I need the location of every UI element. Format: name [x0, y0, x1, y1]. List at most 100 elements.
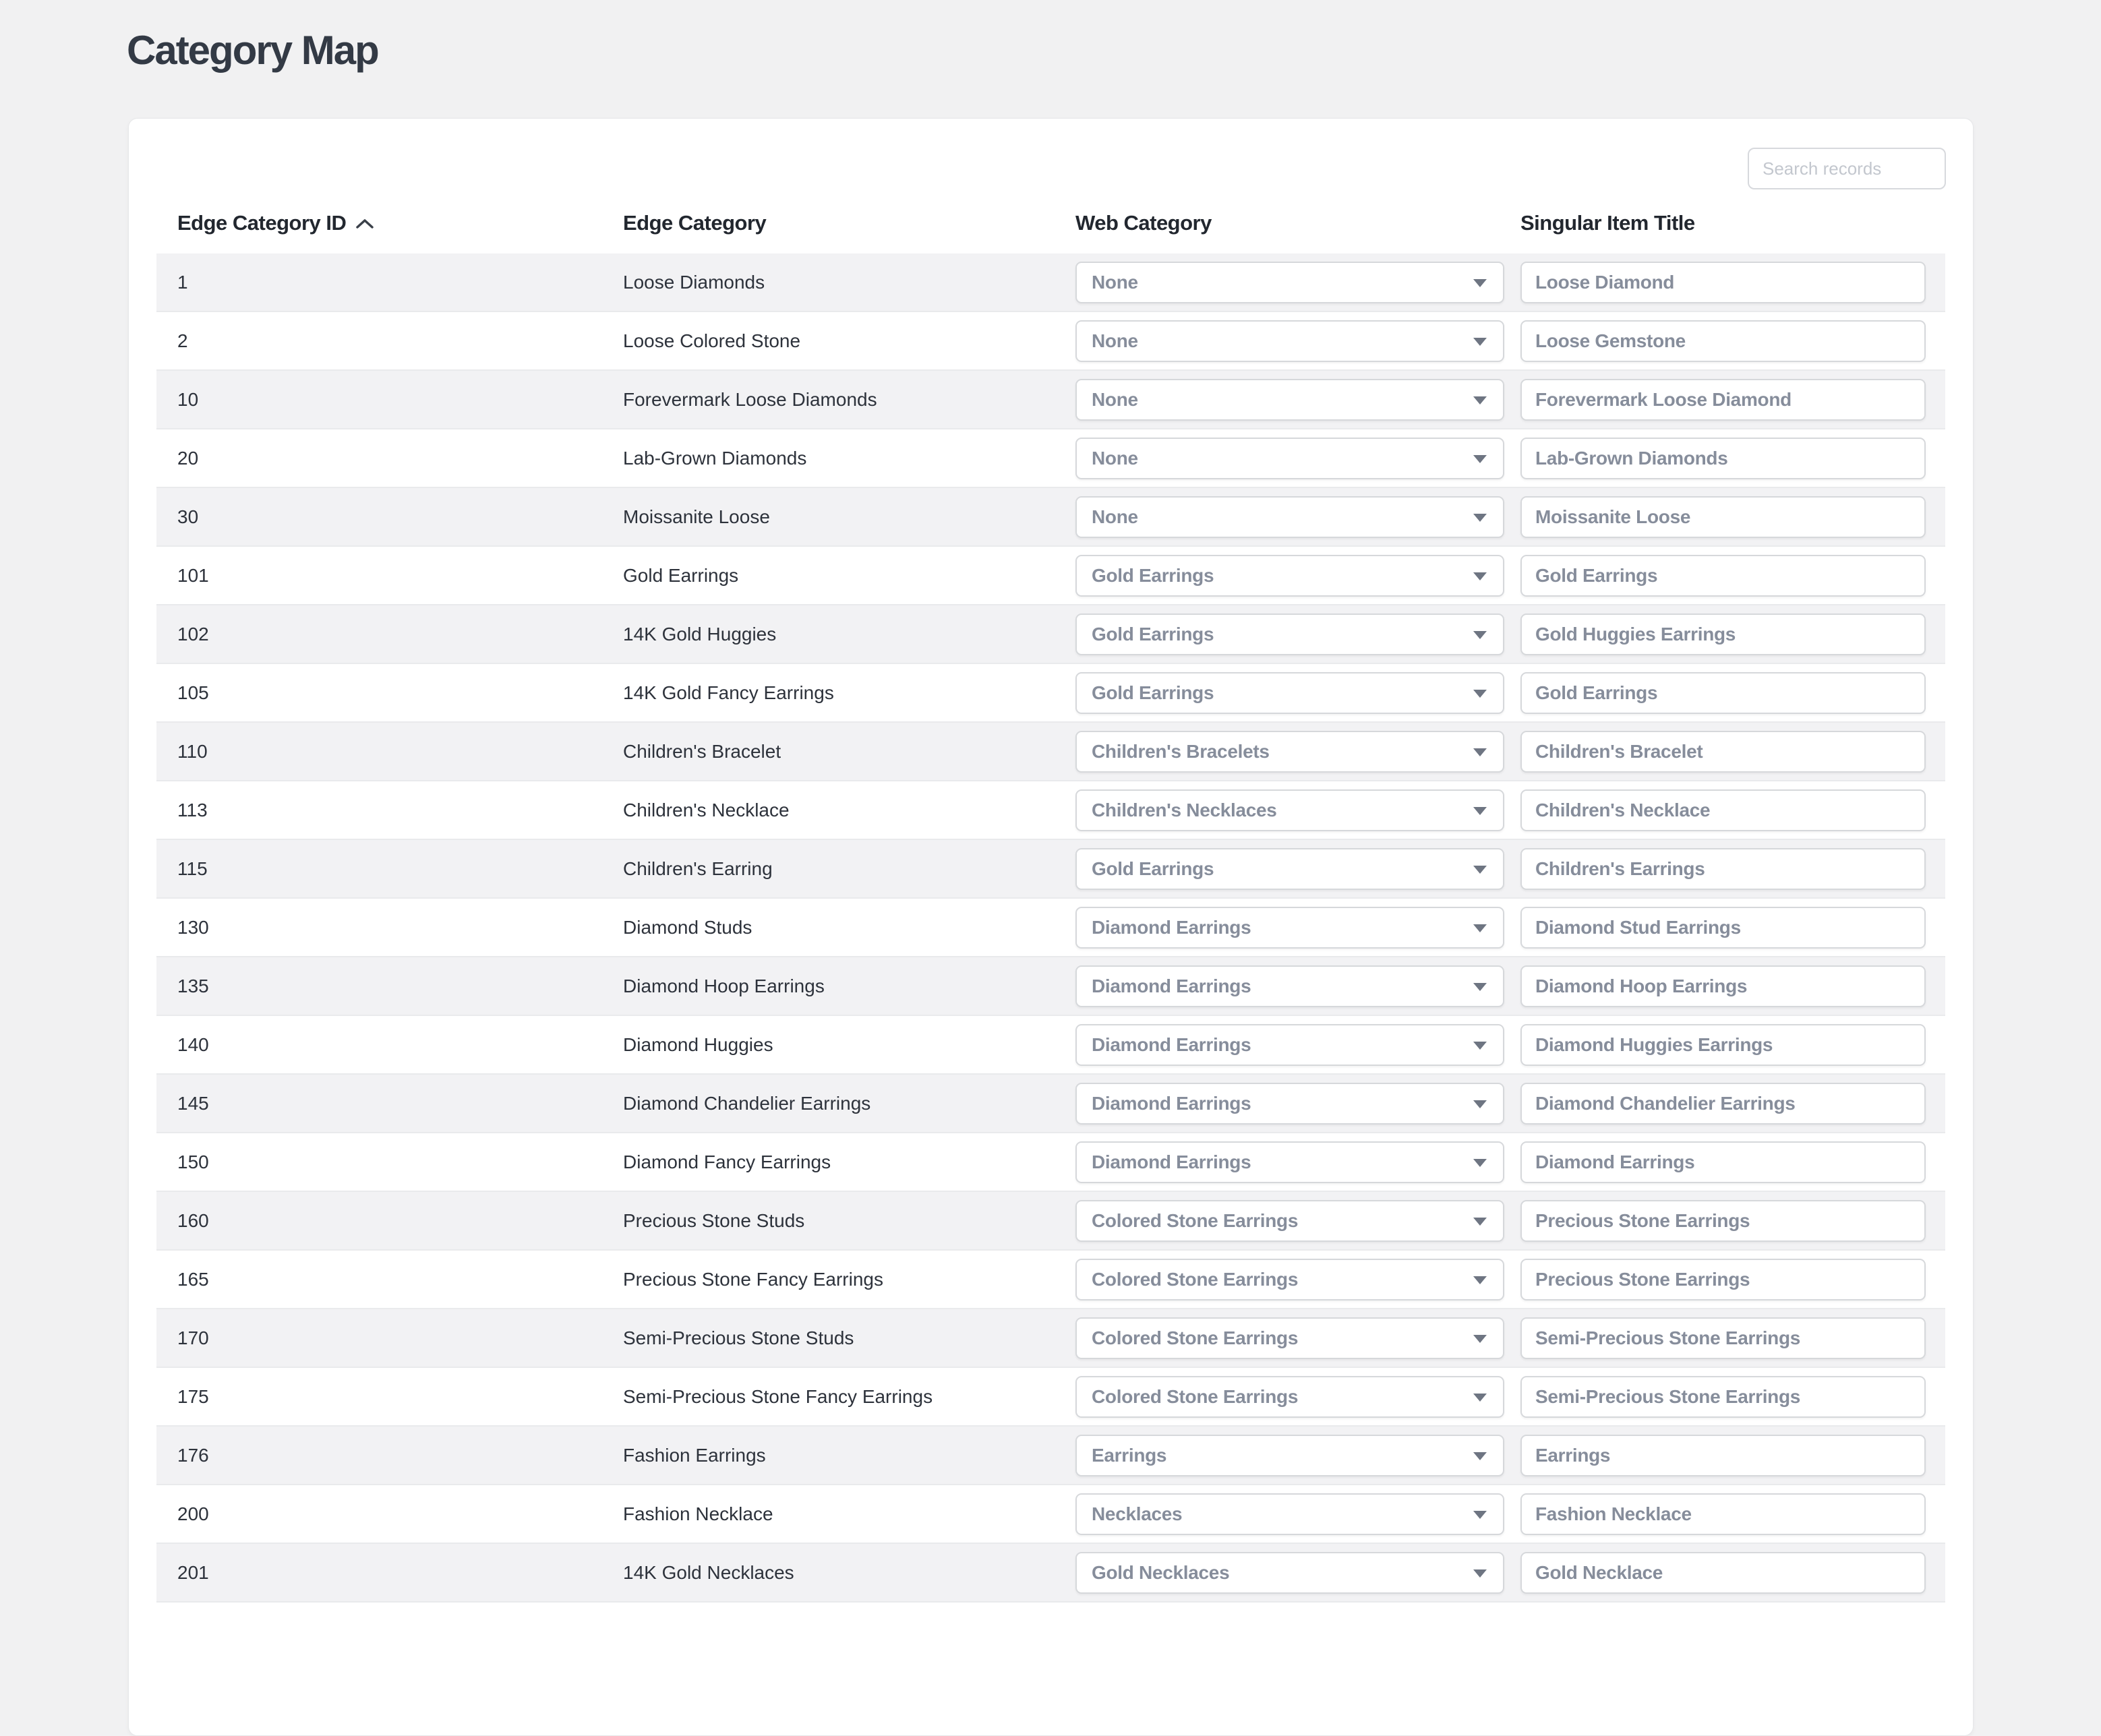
singular-item-title-input[interactable]: [1520, 672, 1926, 714]
table-row: 113 Children's Necklace Children's Neckl…: [156, 781, 1945, 840]
table-row: 10 Forevermark Loose Diamonds None: [156, 371, 1945, 429]
edge-category-id-cell: 102: [156, 624, 623, 645]
edge-category-cell: Lab-Grown Diamonds: [623, 448, 1075, 469]
singular-item-title-input[interactable]: [1520, 848, 1926, 890]
web-category-select[interactable]: Diamond Earrings: [1075, 1083, 1504, 1125]
caret-down-icon: [1473, 690, 1487, 698]
web-category-selected-value: None: [1077, 448, 1138, 469]
table-row: 101 Gold Earrings Gold Earrings: [156, 547, 1945, 605]
singular-item-title-input[interactable]: [1520, 965, 1926, 1007]
table-row: 150 Diamond Fancy Earrings Diamond Earri…: [156, 1133, 1945, 1192]
web-category-select[interactable]: None: [1075, 496, 1504, 538]
edge-category-id-cell: 165: [156, 1269, 623, 1290]
web-category-select[interactable]: None: [1075, 438, 1504, 479]
edge-category-id-cell: 113: [156, 800, 623, 821]
web-category-select[interactable]: None: [1075, 320, 1504, 362]
web-category-select[interactable]: Children's Necklaces: [1075, 789, 1504, 831]
web-category-select[interactable]: Diamond Earrings: [1075, 965, 1504, 1007]
edge-category-id-cell: 20: [156, 448, 623, 469]
column-header-singular-item-title: Singular Item Title: [1520, 211, 1947, 235]
search-input[interactable]: [1748, 148, 1946, 189]
singular-item-title-input[interactable]: [1520, 1435, 1926, 1476]
singular-item-title-input[interactable]: [1520, 1493, 1926, 1535]
column-header-edge-category: Edge Category: [623, 211, 1075, 235]
edge-category-cell: Fashion Earrings: [623, 1445, 1075, 1466]
web-category-select[interactable]: Diamond Earrings: [1075, 907, 1504, 949]
web-category-select[interactable]: Colored Stone Earrings: [1075, 1259, 1504, 1300]
web-category-selected-value: Diamond Earrings: [1077, 1151, 1251, 1173]
singular-item-title-input[interactable]: [1520, 613, 1926, 655]
singular-item-title-input[interactable]: [1520, 1317, 1926, 1359]
web-category-select[interactable]: Gold Earrings: [1075, 613, 1504, 655]
caret-down-icon: [1473, 1394, 1487, 1402]
web-category-select[interactable]: Necklaces: [1075, 1493, 1504, 1535]
table-row: 130 Diamond Studs Diamond Earrings: [156, 899, 1945, 957]
edge-category-cell: Precious Stone Fancy Earrings: [623, 1269, 1075, 1290]
singular-item-title-input[interactable]: [1520, 1024, 1926, 1066]
web-category-selected-value: Gold Earrings: [1077, 565, 1214, 587]
web-category-selected-value: None: [1077, 330, 1138, 352]
caret-down-icon: [1473, 1511, 1487, 1519]
web-category-select[interactable]: Gold Earrings: [1075, 672, 1504, 714]
caret-down-icon: [1473, 807, 1487, 815]
caret-down-icon: [1473, 1159, 1487, 1167]
singular-item-title-input[interactable]: [1520, 1083, 1926, 1125]
web-category-selected-value: None: [1077, 272, 1138, 293]
web-category-select[interactable]: Colored Stone Earrings: [1075, 1200, 1504, 1242]
singular-item-title-input[interactable]: [1520, 1376, 1926, 1418]
singular-item-title-input[interactable]: [1520, 320, 1926, 362]
web-category-selected-value: Diamond Earrings: [1077, 1093, 1251, 1114]
singular-item-title-input[interactable]: [1520, 1259, 1926, 1300]
web-category-select[interactable]: Gold Necklaces: [1075, 1552, 1504, 1594]
edge-category-id-cell: 150: [156, 1151, 623, 1173]
table-row: 145 Diamond Chandelier Earrings Diamond …: [156, 1075, 1945, 1133]
web-category-select[interactable]: None: [1075, 262, 1504, 303]
singular-item-title-input[interactable]: [1520, 438, 1926, 479]
web-category-select[interactable]: Children's Bracelets: [1075, 731, 1504, 773]
column-header-label: Edge Category ID: [177, 211, 346, 235]
singular-item-title-input[interactable]: [1520, 379, 1926, 421]
web-category-select[interactable]: Diamond Earrings: [1075, 1141, 1504, 1183]
singular-item-title-input[interactable]: [1520, 907, 1926, 949]
edge-category-id-cell: 1: [156, 272, 623, 293]
table-row: 135 Diamond Hoop Earrings Diamond Earrin…: [156, 957, 1945, 1016]
table-row: 175 Semi-Precious Stone Fancy Earrings C…: [156, 1368, 1945, 1427]
caret-down-icon: [1473, 396, 1487, 405]
singular-item-title-input[interactable]: [1520, 496, 1926, 538]
caret-down-icon: [1473, 748, 1487, 756]
table-header-row: Edge Category ID Edge Category Web Categ…: [156, 206, 1945, 240]
web-category-select[interactable]: None: [1075, 379, 1504, 421]
web-category-select[interactable]: Gold Earrings: [1075, 848, 1504, 890]
web-category-select[interactable]: Diamond Earrings: [1075, 1024, 1504, 1066]
web-category-select[interactable]: Earrings: [1075, 1435, 1504, 1476]
singular-item-title-input[interactable]: [1520, 789, 1926, 831]
caret-down-icon: [1473, 1335, 1487, 1343]
singular-item-title-input[interactable]: [1520, 555, 1926, 597]
edge-category-cell: Loose Diamonds: [623, 272, 1075, 293]
caret-down-icon: [1473, 1042, 1487, 1050]
singular-item-title-input[interactable]: [1520, 1200, 1926, 1242]
web-category-select[interactable]: Gold Earrings: [1075, 555, 1504, 597]
edge-category-id-cell: 115: [156, 858, 623, 880]
edge-category-cell: Semi-Precious Stone Fancy Earrings: [623, 1386, 1075, 1408]
category-map-card: Edge Category ID Edge Category Web Categ…: [128, 118, 1974, 1736]
caret-down-icon: [1473, 631, 1487, 639]
table-row: 160 Precious Stone Studs Colored Stone E…: [156, 1192, 1945, 1251]
web-category-select[interactable]: Colored Stone Earrings: [1075, 1376, 1504, 1418]
singular-item-title-input[interactable]: [1520, 1552, 1926, 1594]
web-category-select[interactable]: Colored Stone Earrings: [1075, 1317, 1504, 1359]
edge-category-cell: 14K Gold Fancy Earrings: [623, 682, 1075, 704]
table-row: 140 Diamond Huggies Diamond Earrings: [156, 1016, 1945, 1075]
sort-control[interactable]: Edge Category ID: [177, 211, 374, 235]
singular-item-title-input[interactable]: [1520, 731, 1926, 773]
edge-category-cell: Diamond Hoop Earrings: [623, 976, 1075, 997]
column-header-edge-category-id[interactable]: Edge Category ID: [156, 211, 623, 235]
web-category-selected-value: Diamond Earrings: [1077, 917, 1251, 938]
web-category-selected-value: Gold Earrings: [1077, 624, 1214, 645]
edge-category-cell: Semi-Precious Stone Studs: [623, 1327, 1075, 1349]
edge-category-id-cell: 200: [156, 1503, 623, 1525]
singular-item-title-input[interactable]: [1520, 1141, 1926, 1183]
web-category-selected-value: None: [1077, 389, 1138, 411]
web-category-selected-value: Colored Stone Earrings: [1077, 1327, 1298, 1349]
singular-item-title-input[interactable]: [1520, 262, 1926, 303]
